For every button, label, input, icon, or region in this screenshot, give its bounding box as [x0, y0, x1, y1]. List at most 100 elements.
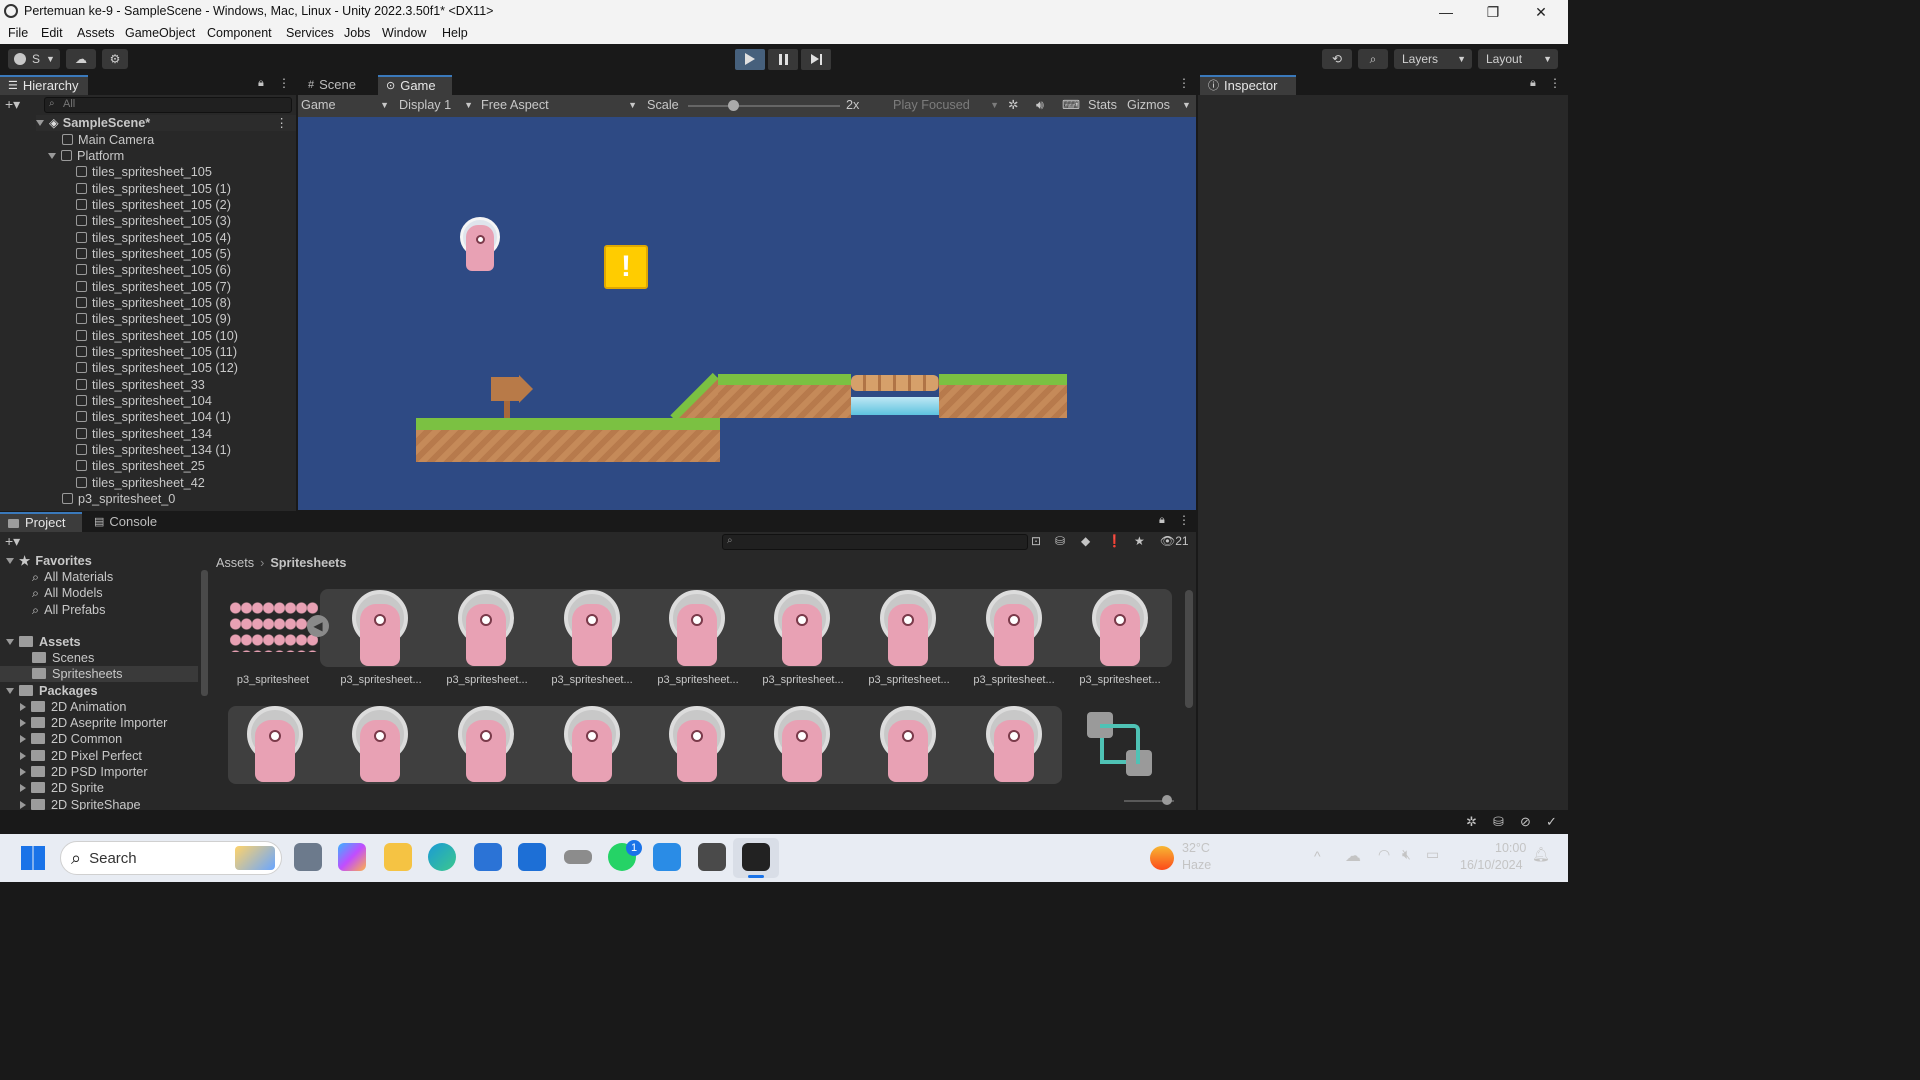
onedrive-cloud-icon[interactable]: ☁: [1345, 846, 1361, 866]
undo-history-button[interactable]: ⟲: [1322, 49, 1352, 69]
tree-item[interactable]: 2D Common: [20, 731, 122, 747]
menu-gameobject[interactable]: GameObject: [125, 26, 195, 40]
hierarchy-item[interactable]: tiles_spritesheet_105 (1): [76, 181, 231, 197]
lock-icon[interactable]: 🔒︎: [1530, 77, 1536, 90]
hierarchy-item[interactable]: tiles_spritesheet_105 (11): [76, 344, 237, 360]
hierarchy-item[interactable]: tiles_spritesheet_105: [76, 164, 212, 180]
game-viewport[interactable]: !: [298, 117, 1196, 510]
hierarchy-item[interactable]: tiles_spritesheet_105 (9): [76, 311, 231, 327]
sprite-thumbnail[interactable]: [247, 706, 303, 784]
hierarchy-item[interactable]: tiles_spritesheet_134 (1): [76, 442, 231, 458]
app-icon[interactable]: [518, 843, 546, 871]
hierarchy-item[interactable]: Platform: [48, 148, 124, 164]
chevron-up-icon[interactable]: ^: [1314, 848, 1321, 864]
hierarchy-item[interactable]: tiles_spritesheet_105 (8): [76, 295, 231, 311]
debug-mode-icon[interactable]: ⊘: [1520, 814, 1531, 830]
hierarchy-item[interactable]: Main Camera: [62, 132, 154, 148]
cloud-button[interactable]: ☁: [66, 49, 96, 69]
tree-item[interactable]: ⌕ All Prefabs: [32, 602, 105, 618]
asset-label[interactable]: p3_spritesheet...: [963, 674, 1065, 686]
tree-item[interactable]: 2D Aseprite Importer: [20, 715, 167, 731]
menu-edit[interactable]: Edit: [41, 26, 63, 40]
more-options-icon[interactable]: ⋮: [1178, 76, 1190, 90]
tree-item[interactable]: 2D Pixel Perfect: [20, 748, 142, 764]
filter-type-icon[interactable]: ⛁: [1055, 534, 1065, 548]
sprite-thumbnail[interactable]: [458, 706, 514, 784]
weather-haze-icon[interactable]: [1150, 846, 1174, 870]
hierarchy-item[interactable]: tiles_spritesheet_104 (1): [76, 409, 231, 425]
collapse-spritesheet-icon[interactable]: ◀: [307, 615, 329, 637]
unity-editor-icon[interactable]: [742, 843, 770, 871]
menu-help[interactable]: Help: [442, 26, 468, 40]
audio-mute-icon[interactable]: 🔊︎: [1036, 95, 1044, 115]
weather-temperature[interactable]: 32°C: [1182, 841, 1210, 855]
breadcrumb-spritesheets[interactable]: Sprites​heets: [270, 556, 346, 570]
unity-hub-icon[interactable]: [698, 843, 726, 871]
sprite-thumbnail[interactable]: [986, 706, 1042, 784]
create-asset-button[interactable]: +▾: [5, 533, 20, 550]
tree-item-selected[interactable]: Spritesheets: [0, 666, 198, 682]
sprite-thumbnail[interactable]: [352, 706, 408, 784]
scene-row[interactable]: ◈ SampleScene* ⋮: [36, 115, 296, 131]
display-dropdown[interactable]: Display 1 ▼: [399, 95, 473, 115]
layers-dropdown[interactable]: Layers ▼: [1394, 49, 1472, 69]
lock-icon[interactable]: 🔒︎: [1159, 514, 1165, 527]
gizmos-button[interactable]: Gizmos: [1127, 95, 1170, 115]
asset-label[interactable]: p3_spritesheet...: [1069, 674, 1171, 686]
hierarchy-item[interactable]: tiles_spritesheet_105 (6): [76, 262, 231, 278]
bug-icon[interactable]: ✲: [1008, 95, 1019, 115]
collab-settings-button[interactable]: ⚙: [102, 49, 128, 69]
scale-slider-handle[interactable]: [728, 100, 739, 111]
asset-label[interactable]: p3_spritesheet: [228, 674, 318, 686]
spritesheet-thumbnail[interactable]: [230, 600, 318, 652]
hierarchy-item[interactable]: tiles_spritesheet_105 (7): [76, 279, 231, 295]
lock-icon[interactable]: 🔒︎: [258, 77, 264, 90]
sprite-thumbnail[interactable]: [352, 590, 408, 668]
vscode-icon[interactable]: [653, 843, 681, 871]
hierarchy-search-input[interactable]: ⌕ All: [44, 97, 292, 113]
aspect-dropdown[interactable]: Free Aspect ▼: [481, 95, 637, 115]
tree-item[interactable]: 2D SpriteShape: [20, 797, 141, 810]
tree-item[interactable]: 2D Sprite: [20, 780, 104, 796]
taskbar-search[interactable]: ⌕ Search: [60, 841, 282, 875]
hierarchy-item[interactable]: tiles_spritesheet_104: [76, 393, 212, 409]
layout-dropdown[interactable]: Layout ▼: [1478, 49, 1558, 69]
tab-scene[interactable]: # Scene: [300, 75, 376, 95]
clock-time[interactable]: 10:00: [1495, 841, 1526, 855]
menu-jobs[interactable]: Jobs: [344, 26, 370, 40]
hierarchy-item[interactable]: tiles_spritesheet_105 (2): [76, 197, 231, 213]
hierarchy-item[interactable]: tiles_spritesheet_42: [76, 475, 205, 491]
sprite-thumbnail[interactable]: [564, 706, 620, 784]
sprite-thumbnail[interactable]: [1092, 590, 1148, 668]
menu-file[interactable]: File: [8, 26, 28, 40]
microsoft-store-icon[interactable]: [474, 843, 502, 871]
battery-icon[interactable]: ▭: [1426, 846, 1439, 863]
copilot-icon[interactable]: [338, 843, 366, 871]
hierarchy-item[interactable]: tiles_spritesheet_33: [76, 377, 205, 393]
error-filter-icon[interactable]: ❗: [1107, 534, 1122, 548]
link-app-icon[interactable]: [564, 850, 592, 864]
icon-size-slider-handle[interactable]: [1162, 795, 1172, 805]
sprite-thumbnail[interactable]: [564, 590, 620, 668]
chevron-down-icon[interactable]: ▼: [1182, 95, 1191, 115]
tab-console[interactable]: ▤ Console: [86, 512, 166, 532]
search-button[interactable]: ⌕: [1358, 49, 1388, 69]
hierarchy-item[interactable]: tiles_spritesheet_105 (5): [76, 246, 231, 262]
play-button[interactable]: [735, 49, 765, 70]
stats-button[interactable]: Stats: [1088, 95, 1117, 115]
asset-label[interactable]: p3_spritesheet...: [541, 674, 643, 686]
menu-assets[interactable]: Assets: [77, 26, 115, 40]
asset-label[interactable]: p3_spritesheet...: [752, 674, 854, 686]
tab-project[interactable]: Project: [0, 512, 82, 532]
tree-item[interactable]: Scenes: [32, 650, 94, 666]
clock-date[interactable]: 16/10/2024: [1460, 858, 1523, 872]
asset-label[interactable]: p3_spritesheet...: [436, 674, 538, 686]
wifi-icon[interactable]: ◠: [1378, 846, 1390, 863]
hierarchy-item[interactable]: tiles_spritesheet_134: [76, 426, 212, 442]
search-by-type-icon[interactable]: ⊡: [1031, 534, 1041, 548]
scale-slider-track[interactable]: [688, 105, 840, 107]
account-button[interactable]: S ▼: [8, 49, 60, 69]
hidden-packages-toggle[interactable]: 👁︎ 21: [1160, 534, 1189, 548]
packages-header[interactable]: Packages: [6, 683, 98, 699]
hierarchy-item[interactable]: p3_spritesheet_0: [62, 491, 175, 507]
